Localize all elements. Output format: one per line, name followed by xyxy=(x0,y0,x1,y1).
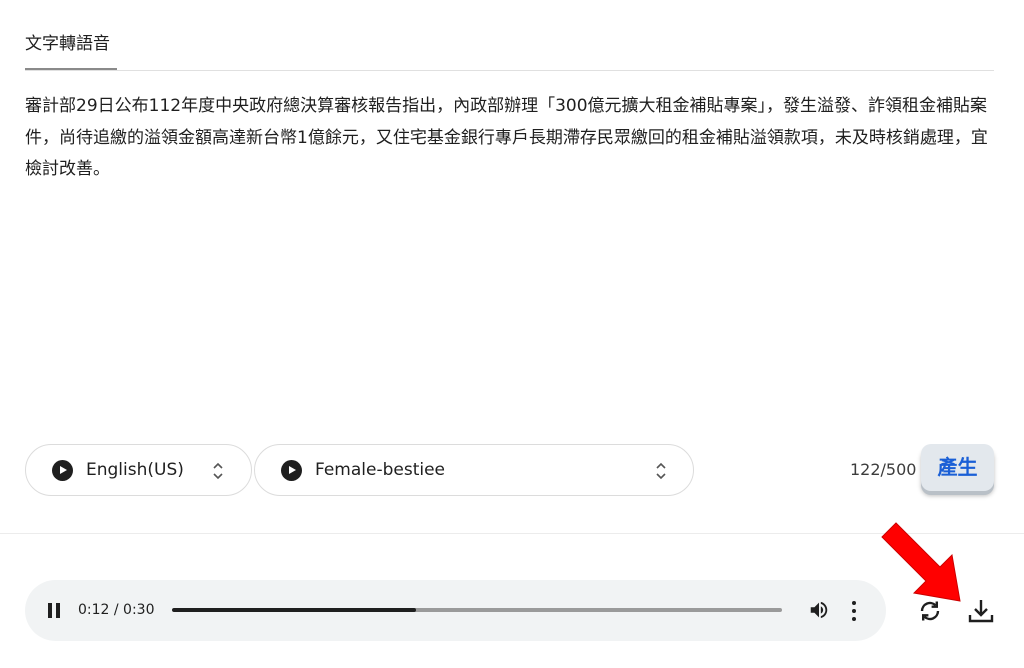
voice-select[interactable]: Female-bestiee xyxy=(254,444,694,496)
chevron-up-down-icon xyxy=(656,462,666,480)
progress-fill xyxy=(172,608,416,612)
progress-bar[interactable] xyxy=(172,608,782,612)
volume-icon[interactable] xyxy=(808,599,830,621)
text-input-area[interactable]: 審計部29日公布112年度中央政府總決算審核報告指出，內政部辦理「300億元擴大… xyxy=(25,91,994,411)
char-count: 122/500 xyxy=(850,460,917,479)
language-select-value: English(US) xyxy=(86,460,184,480)
tab-text-to-speech[interactable]: 文字轉語音 xyxy=(25,18,117,70)
pause-icon[interactable] xyxy=(48,603,62,618)
time-display: 0:12 / 0:30 xyxy=(78,602,155,618)
tab-bar: 文字轉語音 xyxy=(25,18,994,71)
tab-label: 文字轉語音 xyxy=(25,34,110,54)
red-arrow-annotation xyxy=(881,522,961,602)
language-select[interactable]: English(US) xyxy=(25,444,252,496)
generate-button[interactable]: 產生 xyxy=(921,444,994,491)
more-vert-icon[interactable] xyxy=(851,600,857,622)
chevron-up-down-icon xyxy=(213,462,223,480)
play-icon[interactable] xyxy=(281,460,302,481)
section-divider xyxy=(0,533,1024,534)
voice-select-value: Female-bestiee xyxy=(315,460,446,480)
input-text: 審計部29日公布112年度中央政府總決算審核報告指出，內政部辦理「300億元擴大… xyxy=(25,96,988,179)
tts-page: 文字轉語音 審計部29日公布112年度中央政府總決算審核報告指出，內政部辦理「3… xyxy=(0,0,1024,668)
audio-player: 0:12 / 0:30 xyxy=(25,580,886,641)
play-icon[interactable] xyxy=(52,460,73,481)
